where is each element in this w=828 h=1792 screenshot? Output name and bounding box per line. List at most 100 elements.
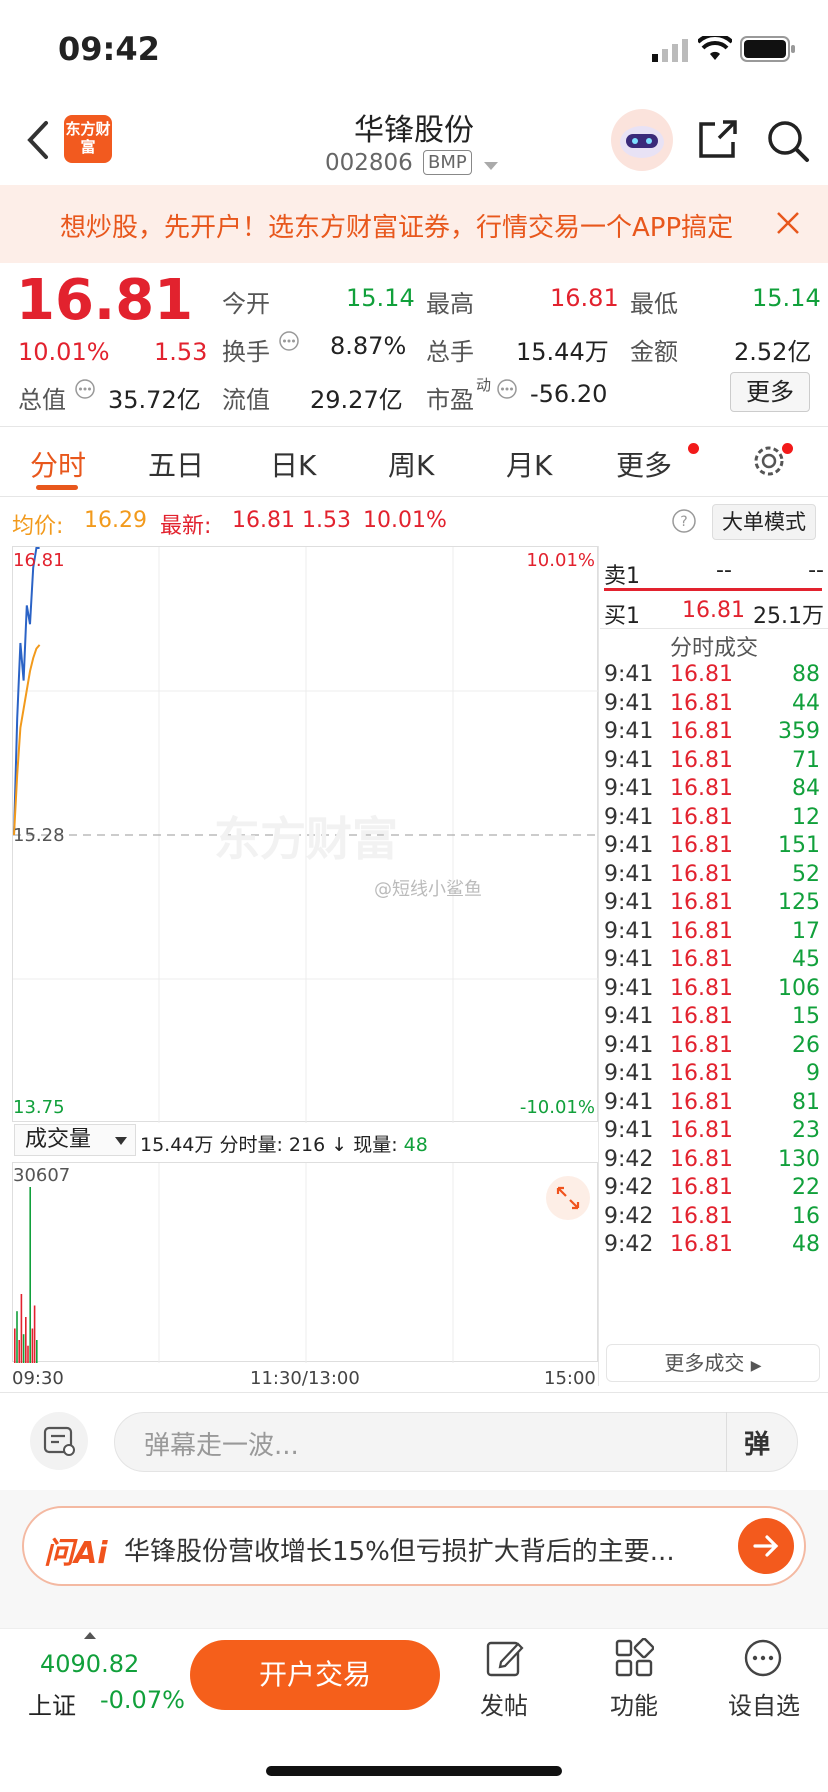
search-icon[interactable]: [765, 118, 811, 164]
more-quote-button[interactable]: 更多: [730, 372, 810, 412]
tick-volume: 44: [792, 690, 820, 716]
tick-price: 16.81: [670, 1032, 733, 1058]
settings-gear-icon[interactable]: [752, 444, 786, 478]
status-bar: 09:42: [0, 0, 828, 100]
post-label[interactable]: 发帖: [480, 1686, 528, 1721]
tick-row: 9:41 16.81 23: [604, 1118, 824, 1146]
divider: [0, 426, 828, 427]
tick-volume: 48: [792, 1232, 820, 1257]
share-icon[interactable]: [697, 118, 739, 160]
tick-price: 16.81: [670, 662, 733, 687]
tick-volume: 81: [792, 1089, 820, 1115]
tick-price: 16.81: [670, 1118, 733, 1143]
signal-icon: [652, 39, 688, 62]
y-bottom-price: 13.75: [13, 1097, 65, 1118]
intraday-price-chart[interactable]: 东方财富 @短线小鲨鱼 16.81 15.28 13.75 10.01% -10…: [12, 546, 599, 1123]
index-expand-icon[interactable]: [84, 1632, 96, 1639]
latest-label: 最新:: [160, 514, 212, 539]
danmaku-toggle-button[interactable]: 弹: [744, 1424, 770, 1461]
index-value[interactable]: 4090.82: [40, 1650, 139, 1678]
info-dots-icon[interactable]: [278, 330, 300, 352]
divider: [600, 628, 828, 629]
volume-bar: [14, 1328, 16, 1363]
buy-1-price: 16.81: [682, 598, 745, 623]
tick-price: 16.81: [670, 776, 733, 801]
tick-volume: 52: [792, 861, 820, 887]
stock-switch-chevron-icon[interactable]: [484, 162, 498, 170]
help-icon[interactable]: ?: [671, 508, 697, 534]
tick-price: 16.81: [670, 1203, 733, 1229]
tick-row: 9:41 16.81 81: [604, 1090, 824, 1118]
tab-weekly-k[interactable]: 周K: [388, 444, 434, 484]
ticks-title: 分时成交: [669, 636, 758, 661]
dropdown-chevron-icon: [115, 1137, 127, 1145]
info-dots-icon[interactable]: [74, 378, 96, 400]
tick-price: 16.81: [670, 861, 733, 887]
avg-price-value: 16.29: [84, 508, 147, 533]
info-dots-icon[interactable]: [496, 378, 518, 400]
more-trades-button[interactable]: 更多成交 ▶: [606, 1344, 820, 1382]
turnover-value: 8.87%: [330, 332, 407, 360]
promo-banner[interactable]: 想炒股，先开户！选东方财富证券，行情交易一个APP搞定: [0, 185, 828, 263]
volume-bar: [22, 1334, 25, 1363]
post-edit-icon[interactable]: [485, 1638, 525, 1678]
tick-volume: 125: [778, 890, 820, 915]
x-start-time: 09:30: [12, 1368, 64, 1389]
float-value: 29.27亿: [310, 386, 403, 414]
volume-label: 总手: [426, 338, 474, 366]
volume-value: 15.44万: [516, 338, 609, 366]
tab-five-day[interactable]: 五日: [148, 444, 204, 484]
change-pct: 10.01%: [18, 338, 110, 366]
close-icon[interactable]: [776, 211, 800, 235]
low-value: 15.14: [752, 284, 821, 312]
tick-volume: 88: [792, 662, 820, 687]
tab-monthly-k[interactable]: 月K: [506, 444, 552, 484]
index-name: 上证: [28, 1692, 76, 1720]
tick-volume: 22: [792, 1175, 820, 1200]
volume-bar: [18, 1340, 20, 1363]
tab-more[interactable]: 更多: [616, 444, 672, 484]
notification-dot: [782, 443, 793, 454]
tick-price: 16.81: [670, 1146, 733, 1172]
pe-superscript: 动: [476, 376, 492, 394]
tab-daily-k[interactable]: 日K: [270, 444, 316, 484]
y-top-pct: 10.01%: [526, 550, 595, 571]
latest-change: 1.53: [302, 508, 351, 533]
tick-time: 9:41: [604, 918, 654, 944]
tick-price: 16.81: [670, 918, 733, 944]
tick-volume: 26: [792, 1032, 820, 1058]
volume-bar: [29, 1187, 31, 1363]
tick-time: 9:42: [604, 1203, 654, 1229]
tick-price: 16.81: [670, 1004, 733, 1029]
volume-bar: [25, 1317, 27, 1363]
watchlist-label[interactable]: 设自选: [728, 1686, 800, 1721]
latest-price: 16.81: [232, 508, 295, 533]
orderbook-divider: [604, 588, 822, 591]
add-watchlist-icon[interactable]: [743, 1638, 783, 1678]
volume-indicator-select[interactable]: 成交量: [14, 1124, 136, 1156]
tick-row: 9:41 16.81 15: [604, 1004, 824, 1032]
volume-bar: [16, 1311, 18, 1363]
robot-assistant-icon[interactable]: [610, 108, 674, 172]
function-grid-icon[interactable]: [614, 1638, 654, 1678]
sell-1-row: 卖1 -- --: [604, 558, 824, 589]
expand-icon[interactable]: [545, 1175, 591, 1221]
divider: [0, 1392, 828, 1393]
function-label[interactable]: 功能: [610, 1686, 658, 1721]
volume-max-label: 30607: [13, 1165, 71, 1186]
sell-1-price: --: [716, 558, 732, 583]
tick-volume: 359: [778, 719, 820, 744]
tab-intraday[interactable]: 分时: [30, 444, 86, 484]
volume-chart[interactable]: 30607: [12, 1162, 598, 1363]
y-bottom-pct: -10.01%: [519, 1097, 595, 1118]
open-label: 今开: [222, 290, 270, 318]
tick-volume: 15: [792, 1004, 820, 1029]
big-order-mode-button[interactable]: 大单模式: [712, 504, 816, 540]
change-value: 1.53: [154, 338, 208, 366]
panel-divider: [598, 546, 599, 1386]
ai-go-button[interactable]: [738, 1518, 794, 1574]
comment-toggle-button[interactable]: [30, 1412, 88, 1470]
ai-logo: 问Ai: [44, 1536, 108, 1571]
price-chart-svg: 东方财富 @短线小鲨鱼: [13, 547, 599, 1123]
open-account-trade-button[interactable]: 开户交易: [190, 1640, 440, 1710]
